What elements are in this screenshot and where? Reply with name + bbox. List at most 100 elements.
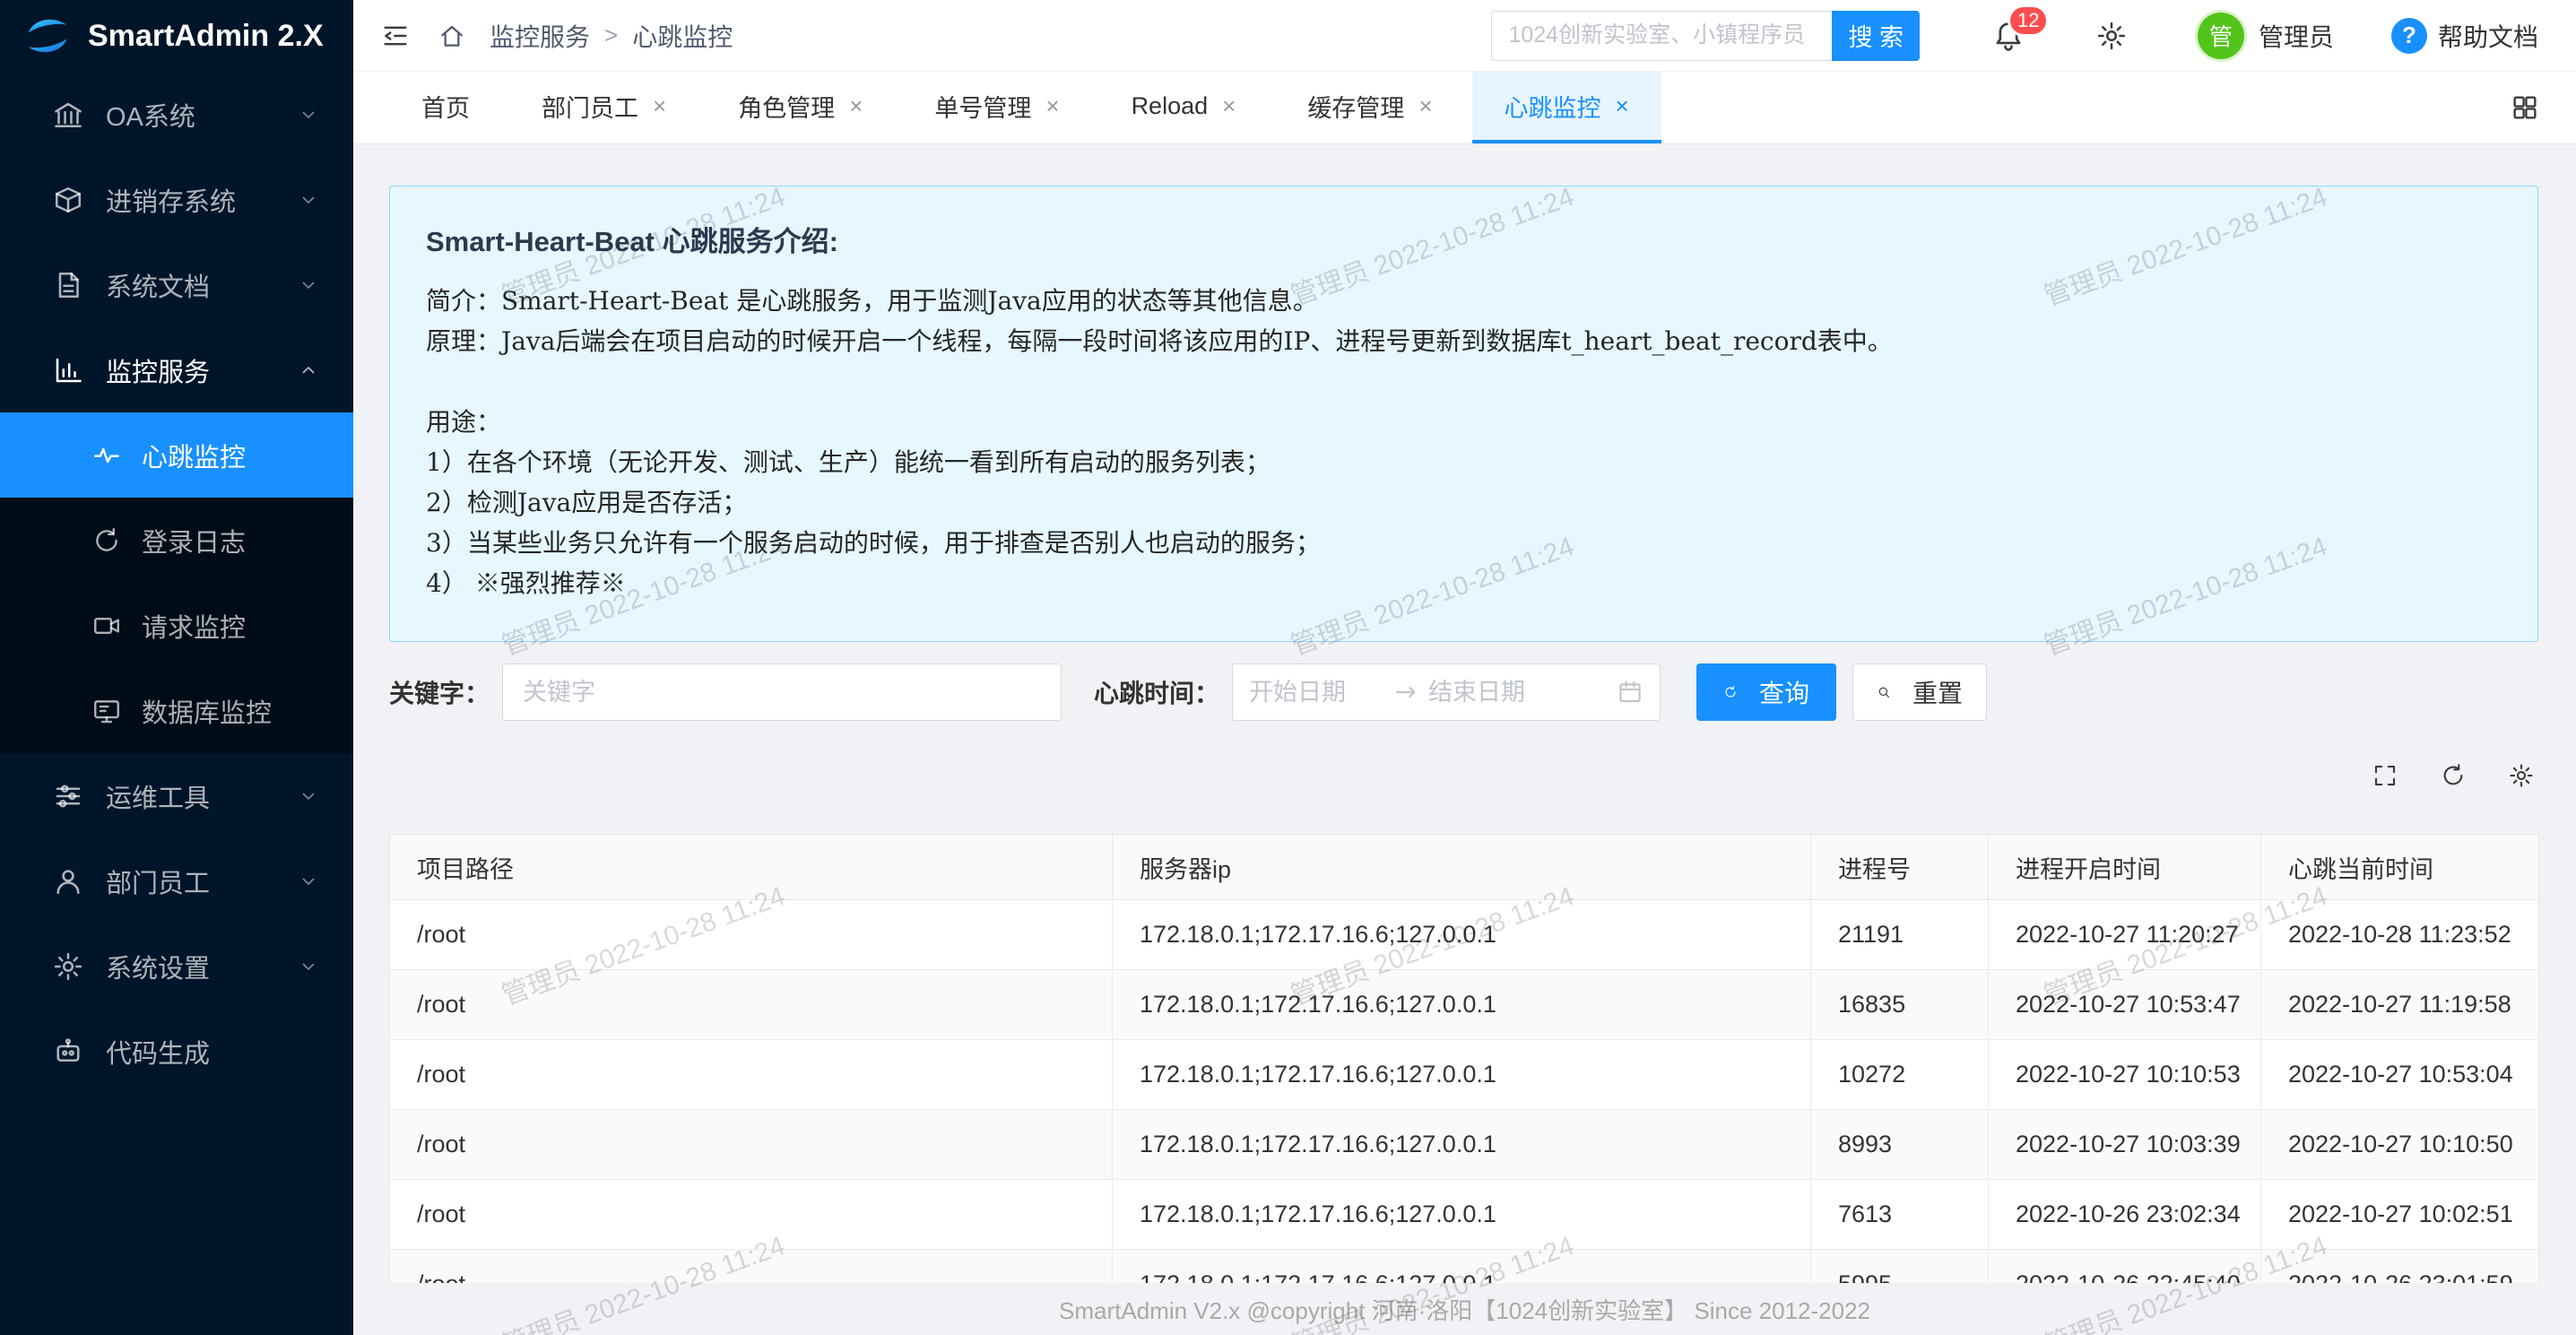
- calendar-icon: [1617, 679, 1644, 706]
- home-icon[interactable]: [438, 22, 466, 50]
- heartbeat-time-label: 心跳时间：: [1094, 674, 1219, 710]
- table-row: /root172.18.0.1;172.17.16.6;127.0.0.1899…: [390, 1110, 2539, 1180]
- table-row: /root172.18.0.1;172.17.16.6;127.0.0.1211…: [390, 900, 2539, 970]
- sidebar-item-label: 运维工具: [106, 777, 210, 815]
- table-settings-icon[interactable]: [2508, 762, 2535, 789]
- avatar[interactable]: 管: [2198, 13, 2244, 59]
- breadcrumb: 监控服务 > 心跳监控: [490, 18, 733, 54]
- tab-close-icon[interactable]: ×: [1616, 92, 1629, 120]
- login-icon: [91, 525, 122, 556]
- heartbeat-icon: [91, 440, 122, 471]
- camera-icon: [91, 611, 122, 641]
- sidebar-item-3[interactable]: 监控服务: [0, 327, 353, 412]
- tab-4[interactable]: Reload×: [1099, 72, 1269, 143]
- date-range-picker[interactable]: [1232, 663, 1661, 721]
- tab-layout-grid-icon[interactable]: [2510, 92, 2540, 123]
- submenu-item-3-0[interactable]: 心跳监控: [0, 412, 353, 498]
- table-cell: /root: [390, 900, 1113, 970]
- tab-6[interactable]: 心跳监控×: [1472, 72, 1661, 143]
- tab-3[interactable]: 单号管理×: [902, 72, 1091, 143]
- range-arrow-icon: [1392, 679, 1419, 706]
- tab-label: 首页: [421, 89, 470, 124]
- sidebar-item-6[interactable]: 系统设置: [0, 923, 353, 1009]
- heartbeat-info-panel: Smart-Heart-Beat 心跳服务介绍: 简介：Smart-Heart-…: [389, 186, 2538, 642]
- tab-label: 角色管理: [738, 89, 835, 124]
- logo-swirl-icon: [23, 12, 72, 60]
- submenu-item-3-2[interactable]: 请求监控: [0, 583, 353, 668]
- sidebar-item-0[interactable]: OA系统: [0, 72, 353, 157]
- sidebar-menu: OA系统进销存系统系统文档监控服务心跳监控登录日志请求监控数据库监控运维工具部门…: [0, 72, 353, 1094]
- start-date-input[interactable]: [1249, 679, 1383, 707]
- info-line: 简介：Smart-Heart-Beat 是心跳服务，用于监测Java应用的状态等…: [426, 281, 2502, 321]
- box-icon: [52, 184, 84, 216]
- reset-button[interactable]: 重置: [1852, 663, 1987, 721]
- help-docs-link[interactable]: ? 帮助文档: [2391, 18, 2538, 54]
- table-cell: 8993: [1811, 1110, 1989, 1180]
- table-cell: /root: [390, 970, 1113, 1040]
- table-refresh-icon[interactable]: [2440, 762, 2467, 789]
- table-cell: 2022-10-27 10:10:50: [2261, 1110, 2539, 1180]
- sidebar-item-label: 系统文档: [106, 266, 210, 304]
- filter-row: 关键字： 心跳时间： 查询 重置: [389, 663, 2538, 721]
- tab-5[interactable]: 缓存管理 ×: [1275, 72, 1464, 143]
- submenu-item-3-1[interactable]: 登录日志: [0, 498, 353, 583]
- sidebar-item-5[interactable]: 部门员工: [0, 838, 353, 923]
- tabs: 首页部门员工×角色管理×单号管理×Reload×缓存管理×心跳监控×: [389, 72, 1669, 143]
- table-row: /root172.18.0.1;172.17.16.6;127.0.0.1168…: [390, 970, 2539, 1040]
- table-cell: 16835: [1811, 970, 1989, 1040]
- footer: SmartAdmin V2.x @copyright 河南·洛阳【1024创新实…: [353, 1283, 2576, 1335]
- column-header: 心跳当前时间: [2261, 835, 2539, 900]
- table-cell: 2022-10-27 10:53:47: [1989, 970, 2261, 1040]
- header-gear-icon[interactable]: [2095, 20, 2128, 52]
- database-icon: [91, 696, 122, 726]
- doc-icon: [52, 269, 84, 301]
- chevron-up-icon: [298, 360, 319, 381]
- search-icon: [1877, 680, 1902, 705]
- submenu-item-label: 请求监控: [142, 607, 246, 645]
- info-line: 4） ※强烈推荐※: [426, 563, 2502, 603]
- end-date-input[interactable]: [1428, 679, 1563, 707]
- submenu-item-3-3[interactable]: 数据库监控: [0, 668, 353, 753]
- sidebar: SmartAdmin 2.X OA系统进销存系统系统文档监控服务心跳监控登录日志…: [0, 0, 353, 1335]
- tab-close-icon[interactable]: ×: [653, 92, 666, 120]
- table-cell: 21191: [1811, 900, 1989, 970]
- tab-bar: 首页部门员工×角色管理×单号管理×Reload×缓存管理×心跳监控×: [353, 72, 2576, 144]
- tab-0[interactable]: 首页: [389, 72, 502, 143]
- breadcrumb-item[interactable]: 监控服务: [490, 18, 590, 54]
- chevron-down-icon: [298, 189, 319, 211]
- sidebar-item-7[interactable]: 代码生成: [0, 1009, 353, 1094]
- help-question-icon: ?: [2391, 18, 2427, 54]
- help-label: 帮助文档: [2438, 18, 2538, 54]
- search-input[interactable]: [1491, 11, 1832, 61]
- chevron-down-icon: [298, 104, 319, 126]
- fullscreen-icon[interactable]: [2372, 762, 2398, 789]
- breadcrumb-separator: >: [604, 22, 618, 49]
- tab-close-icon[interactable]: ×: [1222, 92, 1236, 120]
- menu-fold-icon[interactable]: [380, 21, 411, 51]
- sidebar-item-label: 部门员工: [106, 863, 210, 900]
- table-cell: 2022-10-28 11:23:52: [2261, 900, 2539, 970]
- sidebar-item-2[interactable]: 系统文档: [0, 242, 353, 327]
- column-header: 进程开启时间: [1989, 835, 2261, 900]
- table-cell: 172.18.0.1;172.17.16.6;127.0.0.1: [1113, 1110, 1811, 1180]
- query-button[interactable]: 查询: [1696, 663, 1836, 721]
- search-button[interactable]: 搜 索: [1832, 11, 1920, 61]
- table-cell: 172.18.0.1;172.17.16.6;127.0.0.1: [1113, 1180, 1811, 1250]
- table-cell: 2022-10-27 10:10:53: [1989, 1040, 2261, 1110]
- tab-close-icon[interactable]: ×: [1045, 92, 1059, 120]
- tab-label: 缓存管理: [1307, 89, 1404, 124]
- team-icon: [52, 865, 84, 897]
- sidebar-item-1[interactable]: 进销存系统: [0, 157, 353, 242]
- sidebar-item-4[interactable]: 运维工具: [0, 753, 353, 838]
- tab-close-icon[interactable]: ×: [849, 92, 863, 120]
- tools-icon: [52, 780, 84, 812]
- table-cell: /root: [390, 1180, 1113, 1250]
- table-cell: 172.18.0.1;172.17.16.6;127.0.0.1: [1113, 970, 1811, 1040]
- tab-2[interactable]: 角色管理 ×: [706, 72, 895, 143]
- tab-1[interactable]: 部门员工×: [509, 72, 698, 143]
- tab-close-icon[interactable]: ×: [1418, 92, 1432, 120]
- keyword-input[interactable]: [502, 663, 1062, 721]
- notifications-bell[interactable]: 12: [1991, 19, 2025, 53]
- user-name[interactable]: 管理员: [2259, 18, 2334, 54]
- info-line: [426, 361, 2502, 402]
